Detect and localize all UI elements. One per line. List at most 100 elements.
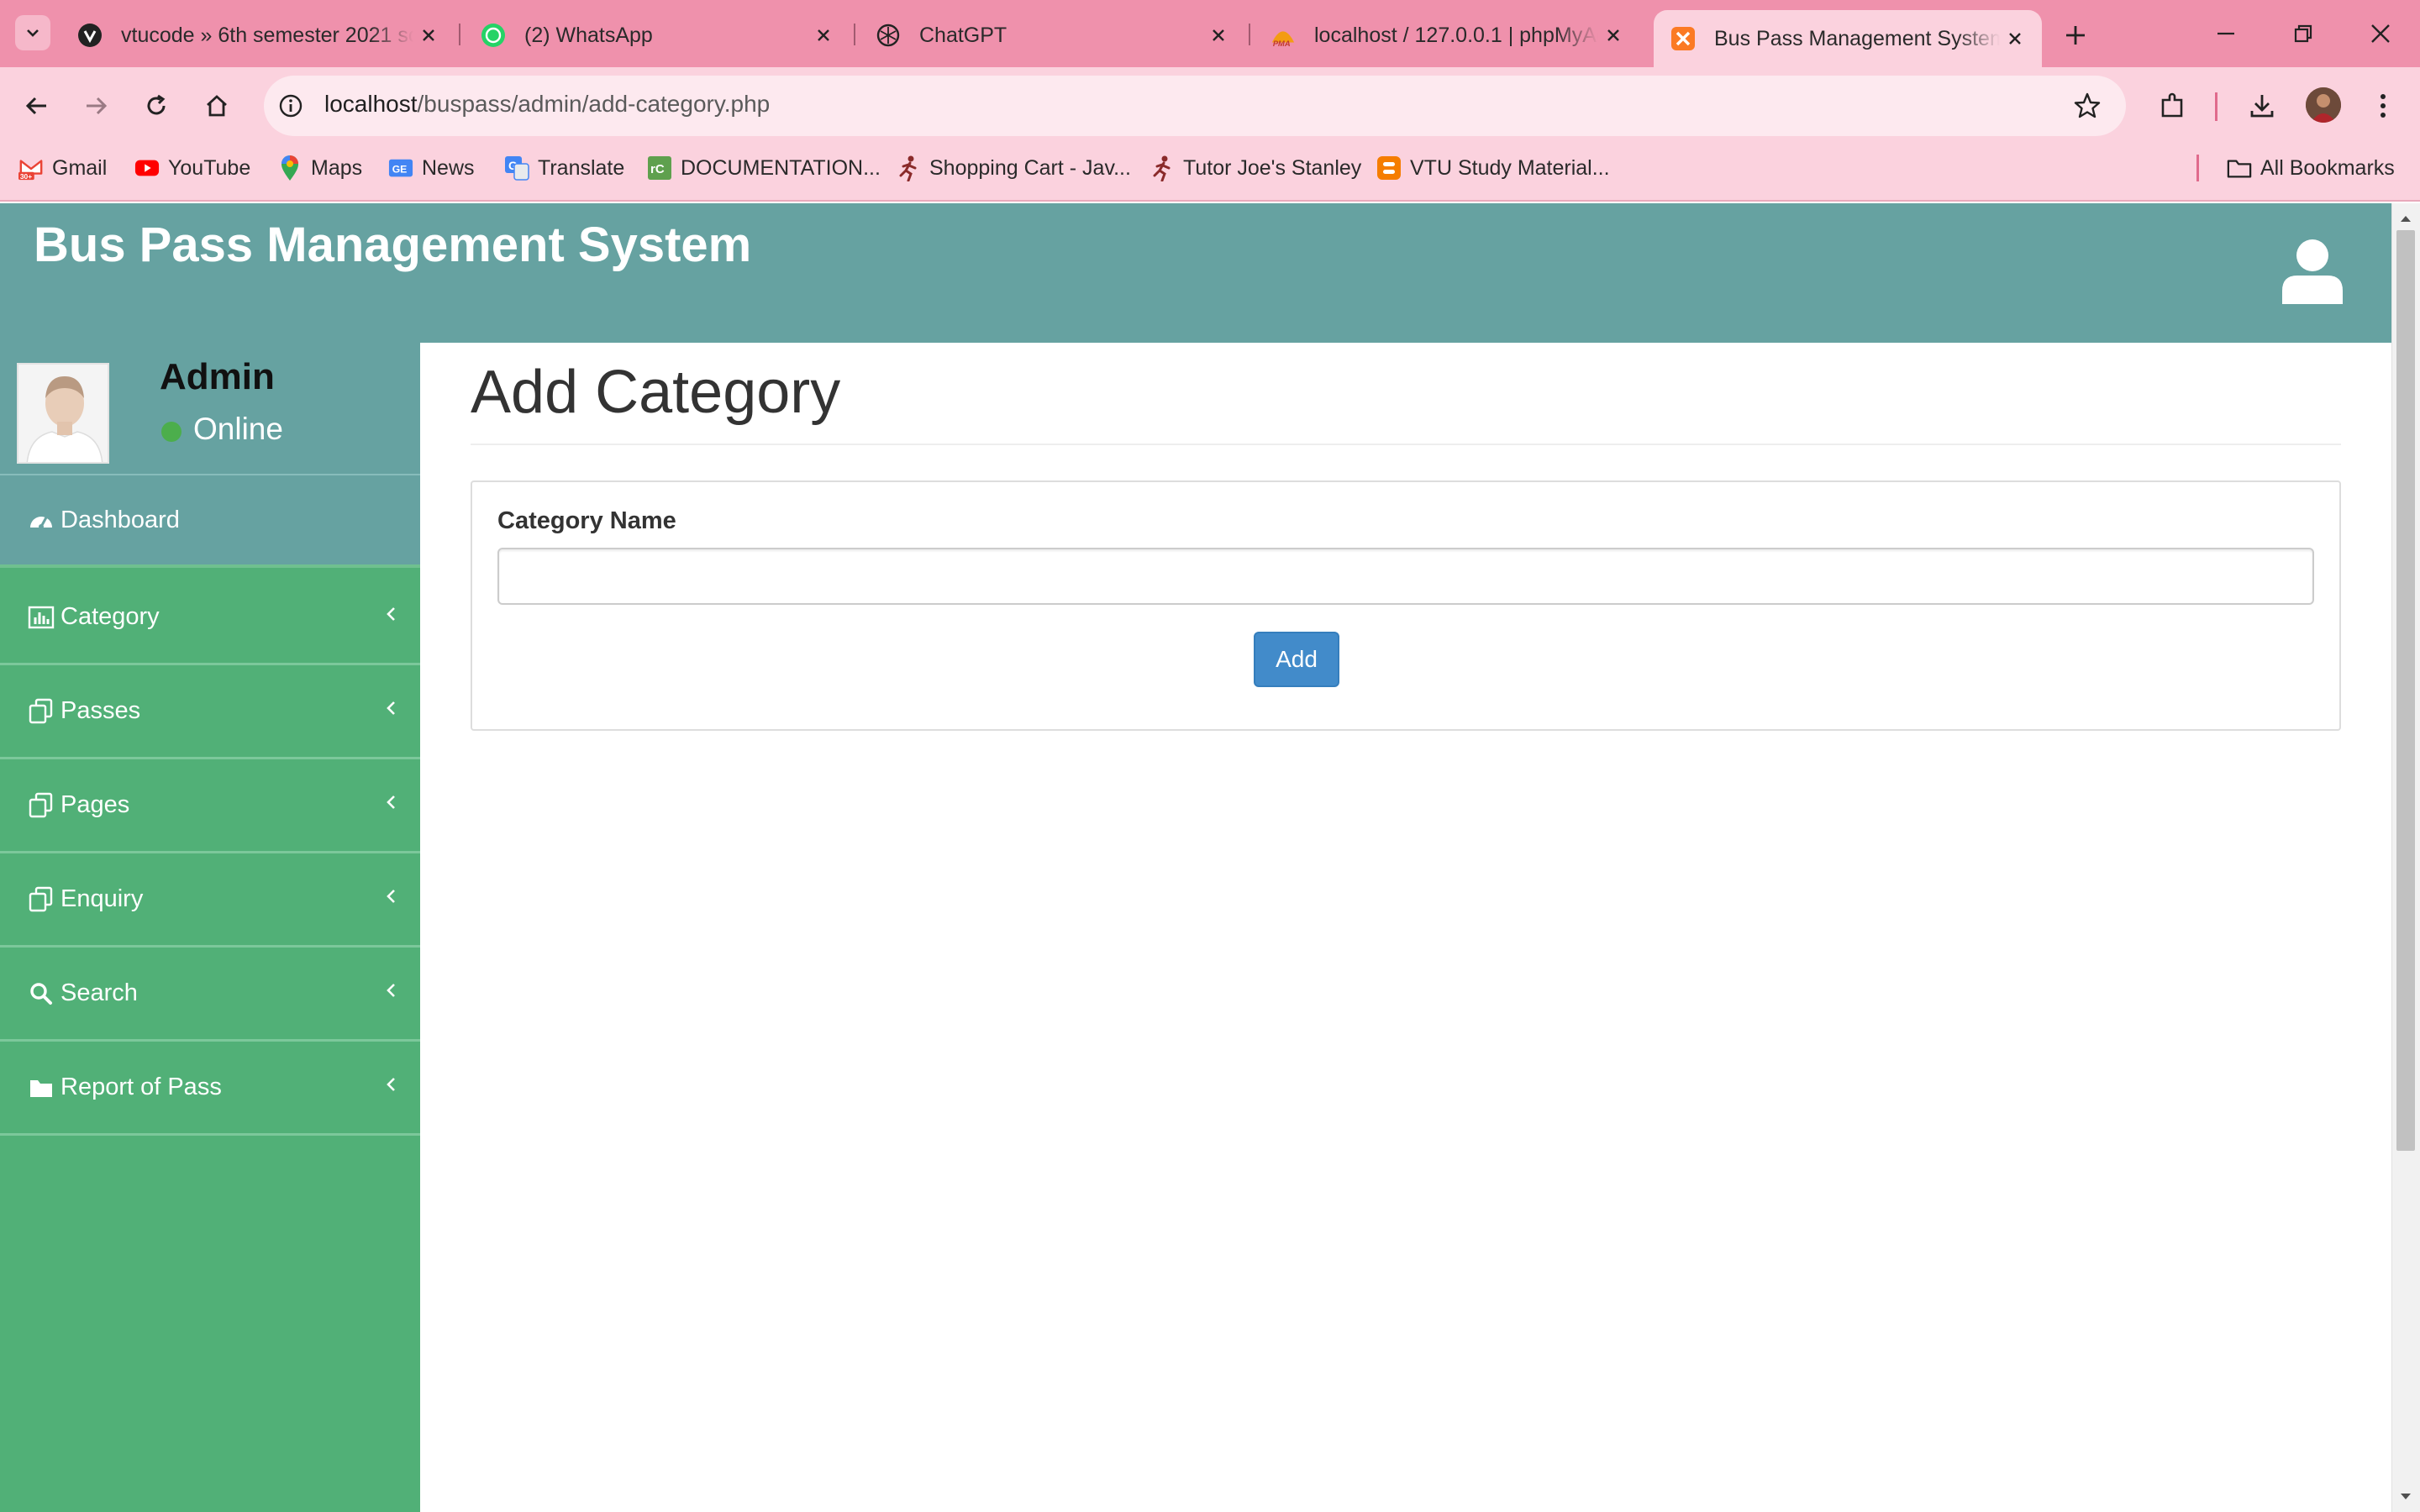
sidebar-item-dashboard[interactable]: Dashboard <box>0 475 420 568</box>
youtube-icon <box>134 155 160 181</box>
admin-name: Admin <box>160 356 275 397</box>
reload-button[interactable] <box>136 86 176 126</box>
bookmark-label: News <box>422 155 475 180</box>
tab-title: ChatGPT <box>919 23 1007 47</box>
close-icon <box>2371 24 2390 43</box>
toolbar-separator <box>2215 92 2217 121</box>
close-window-button[interactable] <box>2351 12 2410 55</box>
avatar <box>17 363 109 464</box>
url-text[interactable]: localhost/buspass/admin/add-category.php <box>324 91 770 118</box>
sidebar-item-category[interactable]: Category <box>0 571 420 665</box>
gmail-badge: 30+ <box>20 172 32 181</box>
sidebar-item-label: Passes <box>60 697 141 724</box>
browser-tab-whatsapp[interactable]: (2) WhatsApp <box>464 10 850 60</box>
documentation-icon: rC <box>647 155 672 181</box>
sidebar-item-search[interactable]: Search <box>0 948 420 1042</box>
xampp-icon <box>1670 26 1696 51</box>
new-tab-button[interactable] <box>2057 17 2094 54</box>
files-icon <box>27 885 55 914</box>
svg-text:rC: rC <box>650 162 665 176</box>
bookmark-translate[interactable]: G Translate <box>504 153 624 183</box>
close-tab-icon[interactable] <box>1203 20 1234 50</box>
site-info-icon[interactable] <box>274 89 308 123</box>
chevron-left-icon <box>381 793 400 811</box>
arrow-left-icon <box>25 97 46 115</box>
bookmark-maps[interactable]: Maps <box>277 153 362 183</box>
chevron-left-icon <box>381 605 400 623</box>
bookmark-label: DOCUMENTATION... <box>681 155 881 180</box>
tab-separator <box>1249 24 1250 45</box>
restore-icon <box>2294 24 2312 43</box>
sidebar-item-label: Enquiry <box>60 885 144 912</box>
bookmark-label: Maps <box>311 155 363 180</box>
bookmark-youtube[interactable]: YouTube <box>134 153 250 183</box>
browser-tab-phpmyadmin[interactable]: PMA localhost / 127.0.0.1 | phpMyAdmin <box>1254 10 1640 60</box>
browser-tab-vtucode[interactable]: vtucode » 6th semester 2021 scheme <box>60 10 455 60</box>
sidebar-item-label: Search <box>60 979 138 1006</box>
dashboard-icon <box>27 506 55 534</box>
bookmark-documentation[interactable]: rC DOCUMENTATION... <box>647 153 881 183</box>
all-bookmarks-button[interactable]: All Bookmarks <box>2227 153 2395 183</box>
extensions-icon[interactable] <box>2153 86 2193 126</box>
sidebar-item-label: Category <box>60 603 160 630</box>
bookmark-label: Shopping Cart - Jav... <box>929 155 1131 180</box>
runner-icon <box>1150 155 1175 181</box>
url-host: localhost <box>324 91 418 117</box>
restore-button[interactable] <box>2274 12 2333 55</box>
scroll-up-arrow-icon[interactable] <box>2396 210 2415 227</box>
sidebar-item-enquiry[interactable]: Enquiry <box>0 853 420 948</box>
minimize-button[interactable] <box>2196 12 2255 55</box>
page-title: Add Category <box>471 359 841 426</box>
bookmark-label: Translate <box>538 155 625 180</box>
bookmark-news[interactable]: GE News <box>388 153 475 183</box>
sidebar-item-report-of-pass[interactable]: Report of Pass <box>0 1042 420 1136</box>
folder-icon <box>27 1074 55 1102</box>
bookmark-label: Tutor Joe's Stanley <box>1183 155 1362 180</box>
chatgpt-icon <box>876 23 901 48</box>
whatsapp-icon <box>481 23 506 48</box>
close-tab-icon[interactable] <box>1598 20 1628 50</box>
bookmark-tutor-joes[interactable]: Tutor Joe's Stanley <box>1150 153 1361 183</box>
bookmark-label: VTU Study Material... <box>1410 155 1610 180</box>
news-icon: GE <box>388 155 413 181</box>
sidebar-item-passes[interactable]: Passes <box>0 665 420 759</box>
add-button[interactable]: Add <box>1254 632 1339 687</box>
user-menu-icon[interactable] <box>2281 239 2344 306</box>
site-title[interactable]: Bus Pass Management System <box>34 217 751 273</box>
category-name-label: Category Name <box>497 507 676 534</box>
add-category-panel <box>471 480 2341 731</box>
close-tab-icon[interactable] <box>413 20 444 50</box>
translate-icon: G <box>504 155 529 181</box>
folder-icon <box>2227 155 2252 181</box>
chevron-left-icon <box>381 887 400 906</box>
scrollbar-thumb[interactable] <box>2396 230 2415 1151</box>
bookmark-gmail[interactable]: 30+ Gmail <box>18 153 107 183</box>
bookmark-star-icon[interactable] <box>2069 87 2106 124</box>
svg-text:PMA: PMA <box>1273 39 1291 48</box>
tab-search-button[interactable] <box>15 15 50 50</box>
profile-avatar[interactable] <box>2306 87 2341 123</box>
close-tab-icon[interactable] <box>808 20 839 50</box>
bookmark-shopping-cart[interactable]: Shopping Cart - Jav... <box>896 153 1131 183</box>
tab-title: localhost / 127.0.0.1 | phpMyAdmin <box>1314 23 1598 47</box>
menu-kebab-icon[interactable] <box>2363 86 2403 126</box>
browser-tab-bus-pass[interactable]: Bus Pass Management System | Add Categor… <box>1654 10 2042 67</box>
category-name-input[interactable] <box>497 548 2314 605</box>
reload-icon <box>147 94 166 115</box>
home-button[interactable] <box>197 86 237 126</box>
files-icon <box>27 697 55 726</box>
download-icon[interactable] <box>2242 86 2282 126</box>
scroll-down-arrow-icon[interactable] <box>2396 1488 2415 1505</box>
bookmarks-separator <box>2196 155 2199 181</box>
forward-button[interactable] <box>76 86 116 126</box>
back-button[interactable] <box>17 86 57 126</box>
bookmark-vtu-study[interactable]: VTU Study Material... <box>1376 153 1610 183</box>
tab-title: vtucode » 6th semester 2021 scheme <box>121 23 413 47</box>
browser-tab-chatgpt[interactable]: ChatGPT <box>859 10 1245 60</box>
sidebar-item-pages[interactable]: Pages <box>0 759 420 853</box>
plus-icon <box>2066 26 2085 45</box>
phpmyadmin-icon: PMA <box>1270 23 1296 48</box>
close-tab-icon[interactable] <box>2000 24 2030 54</box>
sidebar-item-label: Pages <box>60 791 130 818</box>
files-icon <box>27 791 55 820</box>
